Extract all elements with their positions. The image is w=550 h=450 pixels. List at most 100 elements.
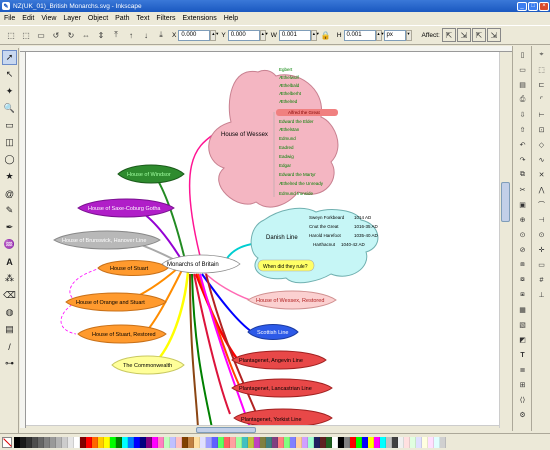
right-node-angevin[interactable]: Plantagenet, Angevin Line [231, 350, 327, 370]
left-node-stuart[interactable]: House of Stuart [97, 260, 169, 276]
text-tool-icon[interactable]: A [2, 254, 17, 269]
raise-icon[interactable]: ↑ [124, 28, 138, 42]
right-node-wessex-restored[interactable]: House of Wessex, Restored [247, 290, 337, 310]
zoom-page-icon[interactable]: ⊘ [516, 244, 529, 256]
snap-grid-icon[interactable]: # [535, 274, 548, 286]
snap-toggle-icon[interactable]: ⌖ [535, 49, 548, 61]
wessex-king[interactable]: Alfred the Great [288, 110, 321, 115]
snap-bbox-corner-icon[interactable]: ⌜ [535, 94, 548, 106]
undo-icon[interactable]: ↶ [516, 139, 529, 151]
raise-to-top-icon[interactable]: ⤒ [109, 28, 123, 42]
affect-stroke-icon[interactable]: ⇱ [441, 28, 456, 42]
close-button[interactable]: × [539, 1, 549, 11]
copy-icon[interactable]: ⧉ [516, 169, 529, 181]
wessex-cloud[interactable] [208, 69, 339, 208]
new-document-icon[interactable]: ▯ [516, 49, 529, 61]
star-tool-icon[interactable]: ★ [2, 169, 17, 184]
spiral-tool-icon[interactable]: @ [2, 186, 17, 201]
paint-bucket-tool-icon[interactable]: ◍ [2, 305, 17, 320]
open-icon[interactable]: ▭ [516, 64, 529, 76]
menu-text[interactable]: Text [137, 15, 150, 22]
no-color-swatch[interactable] [2, 436, 12, 448]
xml-editor-icon[interactable]: ⟨⟩ [516, 394, 529, 406]
danish-king-name[interactable]: Cnut the Great [309, 224, 339, 229]
paste-icon[interactable]: ▣ [516, 199, 529, 211]
ellipse-tool-icon[interactable]: ◯ [2, 152, 17, 167]
node-tool-icon[interactable]: ↖ [2, 67, 17, 82]
print-icon[interactable]: ⎙ [516, 94, 529, 106]
pencil-tool-icon[interactable]: ✎ [2, 203, 17, 218]
affect-pattern-icon[interactable]: ⇲ [486, 28, 501, 42]
snap-cusp-icon[interactable]: ⋀ [535, 184, 548, 196]
horizontal-scrollbar[interactable] [26, 425, 499, 433]
rotate-cw-icon[interactable]: ↻ [64, 28, 78, 42]
unit-dropdown-icon[interactable]: ▼ [405, 29, 412, 41]
menu-layer[interactable]: Layer [63, 15, 81, 22]
w-field[interactable]: 0.001 [278, 29, 311, 41]
snap-center-icon[interactable]: ⊙ [535, 229, 548, 241]
lower-icon[interactable]: ↓ [139, 28, 153, 42]
wessex-king[interactable]: Æthelred [279, 99, 298, 104]
snap-nodes-icon[interactable]: ◇ [535, 139, 548, 151]
snap-bbox-center-icon[interactable]: ⊡ [535, 124, 548, 136]
3d-box-tool-icon[interactable]: ◫ [2, 135, 17, 150]
pen-tool-icon[interactable]: ✒ [2, 220, 17, 235]
y-spinner[interactable]: ▲▼ [259, 29, 269, 41]
align-icon[interactable]: ⊞ [516, 379, 529, 391]
affect-corners-icon[interactable]: ⇲ [456, 28, 471, 42]
eraser-tool-icon[interactable]: ⌫ [2, 288, 17, 303]
rectangle-tool-icon[interactable]: ▭ [2, 118, 17, 133]
menu-path[interactable]: Path [115, 15, 129, 22]
x-field[interactable]: 0.000 [178, 29, 211, 41]
clone-icon[interactable]: ⧇ [516, 274, 529, 286]
left-node-saxe-coburg[interactable]: House of Saxe-Coburg Gotha [77, 198, 175, 218]
wessex-label[interactable]: House of Wessex [221, 132, 268, 138]
calligraphy-tool-icon[interactable]: ♒ [2, 237, 17, 252]
h-field[interactable]: 0.001 [343, 29, 376, 41]
maximize-button[interactable]: □ [528, 1, 538, 11]
redo-icon[interactable]: ↷ [516, 154, 529, 166]
wessex-king[interactable]: Edmund Ironside [279, 191, 314, 196]
danish-king-name[interactable]: Harold Harefoot [309, 233, 342, 238]
snap-smooth-icon[interactable]: ⌒ [535, 199, 548, 211]
wessex-king[interactable]: Edgar [279, 163, 292, 168]
unlink-clone-icon[interactable]: ⧆ [516, 289, 529, 301]
w-spinner[interactable]: ▲▼ [310, 29, 320, 41]
rotate-ccw-icon[interactable]: ↺ [49, 28, 63, 42]
minimize-button[interactable]: _ [517, 1, 527, 11]
snap-bbox-icon[interactable]: ⬚ [535, 64, 548, 76]
select-all-icon[interactable]: ⬚ [4, 28, 18, 42]
snap-page-icon[interactable]: ▭ [535, 259, 548, 271]
wessex-king[interactable]: Egbert [279, 67, 293, 72]
gradient-tool-icon[interactable]: ▤ [2, 322, 17, 337]
menu-edit[interactable]: Edit [22, 15, 34, 22]
flip-horizontal-icon[interactable]: ⇔ [79, 28, 93, 42]
menu-view[interactable]: View [41, 15, 56, 22]
zoom-selection-icon[interactable]: ⊕ [516, 214, 529, 226]
group-icon[interactable]: ▦ [516, 304, 529, 316]
menu-file[interactable]: File [4, 15, 15, 22]
unit-select[interactable]: px [383, 29, 406, 41]
zoom-tool-icon[interactable]: 🔍 [2, 101, 17, 116]
text-font-icon[interactable]: T [516, 349, 529, 361]
snap-intersections-icon[interactable]: ✕ [535, 169, 548, 181]
wessex-king[interactable]: Æthelwulf [279, 75, 300, 80]
fill-stroke-icon[interactable]: ◩ [516, 334, 529, 346]
snap-guide-icon[interactable]: ⊥ [535, 289, 548, 301]
save-icon[interactable]: ▤ [516, 79, 529, 91]
wessex-king[interactable]: Edmund [279, 136, 296, 141]
menu-extensions[interactable]: Extensions [182, 15, 216, 22]
wessex-king[interactable]: Edward the Elder [279, 119, 314, 124]
menu-filters[interactable]: Filters [156, 15, 175, 22]
x-spinner[interactable]: ▲▼ [210, 29, 219, 41]
h-spinner[interactable]: ▲▼ [375, 29, 384, 41]
color-swatch[interactable] [440, 436, 446, 448]
flip-vertical-icon[interactable]: ⇕ [94, 28, 108, 42]
vertical-scrollbar[interactable] [499, 52, 511, 428]
drawing-canvas[interactable]: House of Wessex Egbert Æthelwulf Æthelba… [26, 52, 511, 428]
snap-paths-icon[interactable]: ∿ [535, 154, 548, 166]
wessex-king[interactable]: Æthelstan [279, 127, 300, 132]
left-node-windsor[interactable]: House of Windsor [117, 164, 185, 184]
right-node-lancastrian[interactable]: Plantagenet, Lancastrian Line [231, 378, 333, 398]
spray-tool-icon[interactable]: ⁂ [2, 271, 17, 286]
